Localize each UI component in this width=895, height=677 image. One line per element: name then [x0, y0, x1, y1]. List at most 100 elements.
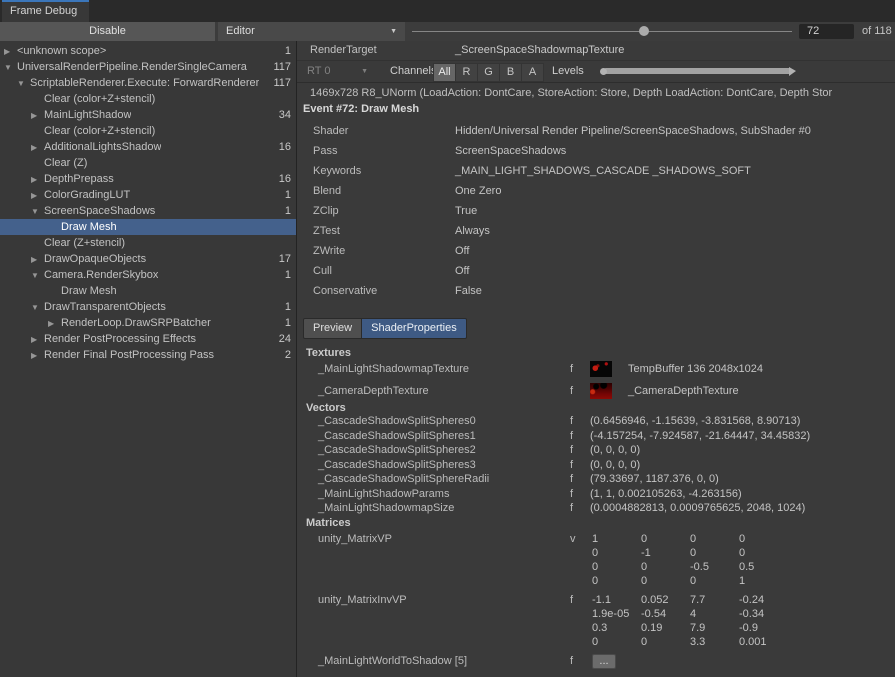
matrix-values: 1000 0-100 00-0.50.5 0001	[592, 532, 788, 588]
shader-state-list: ShaderHidden/Universal Render Pipeline/S…	[297, 121, 895, 301]
disclosure-triangle-icon[interactable]: ▼	[30, 207, 44, 216]
tree-item[interactable]: Clear (color+Z+stencil)	[0, 91, 296, 107]
property-row: ConservativeFalse	[297, 281, 895, 301]
tree-item-selected[interactable]: Draw Mesh	[0, 219, 296, 235]
event-count: 117	[273, 61, 296, 73]
texture-name: _CameraDepthTexture	[318, 380, 429, 402]
tree-item[interactable]: Clear (Z)	[0, 155, 296, 171]
tree-item[interactable]: ▼Camera.RenderSkybox1	[0, 267, 296, 283]
channels-label: Channels	[390, 61, 436, 82]
event-count: 16	[279, 173, 296, 185]
frame-number-field[interactable]: 72	[799, 24, 854, 39]
tree-item[interactable]: ▶MainLightShadow34	[0, 107, 296, 123]
vector-row: _CascadeShadowSplitSpheres1f(-4.157254, …	[297, 429, 895, 444]
toolbar: Disable Editor ▼ 72 of 118	[0, 22, 895, 42]
disclosure-triangle-icon[interactable]: ▼	[16, 79, 30, 88]
tree-item[interactable]: ▶ColorGradingLUT1	[0, 187, 296, 203]
channel-button-all[interactable]: All	[434, 64, 456, 81]
event-title: Event #72: Draw Mesh	[303, 101, 419, 118]
levels-label: Levels	[552, 61, 584, 82]
render-target-label: RenderTarget	[310, 41, 377, 60]
frame-slider-handle[interactable]	[639, 26, 649, 36]
disclosure-triangle-icon[interactable]: ▶	[47, 319, 61, 328]
target-select-value: Editor	[226, 25, 255, 37]
rt-index-dropdown[interactable]: RT 0 ▼	[302, 61, 376, 82]
property-row: ZClipTrue	[297, 201, 895, 221]
tab-preview[interactable]: Preview	[303, 318, 362, 339]
matrices-section-heading: Matrices	[306, 516, 351, 530]
disclosure-triangle-icon[interactable]: ▼	[30, 303, 44, 312]
chevron-down-icon: ▼	[390, 22, 397, 41]
tree-item[interactable]: ▶DepthPrepass16	[0, 171, 296, 187]
frame-number-value: 72	[807, 25, 819, 37]
frame-slider-track[interactable]	[412, 31, 792, 32]
property-row: Keywords_MAIN_LIGHT_SHADOWS_CASCADE _SHA…	[297, 161, 895, 181]
tree-item[interactable]: ▼UniversalRenderPipeline.RenderSingleCam…	[0, 59, 296, 75]
channel-button-r[interactable]: R	[456, 64, 478, 81]
levels-slider-min-handle[interactable]	[600, 68, 607, 75]
tree-item[interactable]: Draw Mesh	[0, 283, 296, 299]
property-row: ShaderHidden/Universal Render Pipeline/S…	[297, 121, 895, 141]
disclosure-triangle-icon[interactable]: ▶	[30, 175, 44, 184]
tree-item[interactable]: ▼ScriptableRenderer.Execute: ForwardRend…	[0, 75, 296, 91]
tree-item[interactable]: ▶Render PostProcessing Effects24	[0, 331, 296, 347]
disclosure-triangle-icon[interactable]: ▶	[30, 111, 44, 120]
matrix-values: -1.10.0527.7-0.24 1.9e-05-0.544-0.34 0.3…	[592, 593, 788, 649]
tab-shaderproperties[interactable]: ShaderProperties	[362, 318, 467, 339]
disclosure-triangle-icon[interactable]: ▶	[30, 143, 44, 152]
tree-item[interactable]: ▶Render Final PostProcessing Pass2	[0, 347, 296, 363]
texture-type: f	[570, 358, 573, 380]
tree-item[interactable]: ▶AdditionalLightsShadow16	[0, 139, 296, 155]
disclosure-triangle-icon[interactable]: ▶	[30, 191, 44, 200]
vector-row: _MainLightShadowParamsf(1, 1, 0.00210526…	[297, 487, 895, 502]
event-count: 24	[279, 333, 296, 345]
property-row: ZWriteOff	[297, 241, 895, 261]
property-row: ZTestAlways	[297, 221, 895, 241]
target-select-dropdown[interactable]: Editor ▼	[218, 22, 405, 41]
chevron-down-icon: ▼	[361, 61, 368, 82]
disclosure-triangle-icon[interactable]: ▶	[3, 47, 17, 56]
channel-button-a[interactable]: A	[522, 64, 543, 81]
matrix-row: unity_MatrixVP v 1000 0-100 00-0.50.5 00…	[297, 532, 895, 588]
frame-total-label: of 118	[862, 22, 892, 41]
tree-item[interactable]: Clear (Z+stencil)	[0, 235, 296, 251]
channel-button-b[interactable]: B	[500, 64, 522, 81]
event-count: 1	[285, 205, 296, 217]
vector-row: _CascadeShadowSplitSpheres0f(0.6456946, …	[297, 414, 895, 429]
event-count: 1	[285, 189, 296, 201]
surface-info: 1469x728 R8_UNorm (LoadAction: DontCare,…	[310, 85, 895, 101]
texture-thumbnail[interactable]	[590, 361, 612, 377]
tree-item[interactable]: ▶RenderLoop.DrawSRPBatcher1	[0, 315, 296, 331]
event-count: 1	[285, 317, 296, 329]
vector-row: _MainLightShadowmapSizef(0.0004882813, 0…	[297, 501, 895, 516]
frame-debug-tab[interactable]: Frame Debug	[2, 0, 89, 22]
property-row: BlendOne Zero	[297, 181, 895, 201]
tree-item[interactable]: ▼DrawTransparentObjects1	[0, 299, 296, 315]
levels-slider-max-handle[interactable]	[789, 67, 796, 76]
title-bar: Frame Debug	[0, 0, 895, 22]
disclosure-triangle-icon[interactable]: ▼	[3, 63, 17, 72]
disclosure-triangle-icon[interactable]: ▶	[30, 255, 44, 264]
levels-slider[interactable]	[600, 67, 796, 76]
tree-item[interactable]: ▶<unknown scope>1	[0, 43, 296, 59]
property-row: CullOff	[297, 261, 895, 281]
event-count: 16	[279, 141, 296, 153]
tree-item[interactable]: Clear (color+Z+stencil)	[0, 123, 296, 139]
texture-type: f	[570, 380, 573, 402]
expand-matrix-array-button[interactable]: ...	[592, 654, 616, 669]
channel-button-g[interactable]: G	[478, 64, 500, 81]
disclosure-triangle-icon[interactable]: ▶	[30, 351, 44, 360]
rt-index-value: RT 0	[307, 65, 330, 77]
event-detail-panel: RenderTarget _ScreenSpaceShadowmapTextur…	[297, 41, 895, 677]
channel-button-group: All R G B A	[433, 63, 544, 82]
tree-item[interactable]: ▼ScreenSpaceShadows1	[0, 203, 296, 219]
texture-thumbnail[interactable]	[590, 383, 612, 399]
disable-button[interactable]: Disable	[0, 22, 215, 41]
frame-slider[interactable]	[412, 22, 792, 41]
tree-item[interactable]: ▶DrawOpaqueObjects17	[0, 251, 296, 267]
texture-row: _MainLightShadowmapTexture f TempBuffer …	[297, 358, 895, 380]
disclosure-triangle-icon[interactable]: ▼	[30, 271, 44, 280]
disclosure-triangle-icon[interactable]: ▶	[30, 335, 44, 344]
event-count: 1	[285, 269, 296, 281]
levels-slider-range[interactable]	[603, 68, 790, 74]
